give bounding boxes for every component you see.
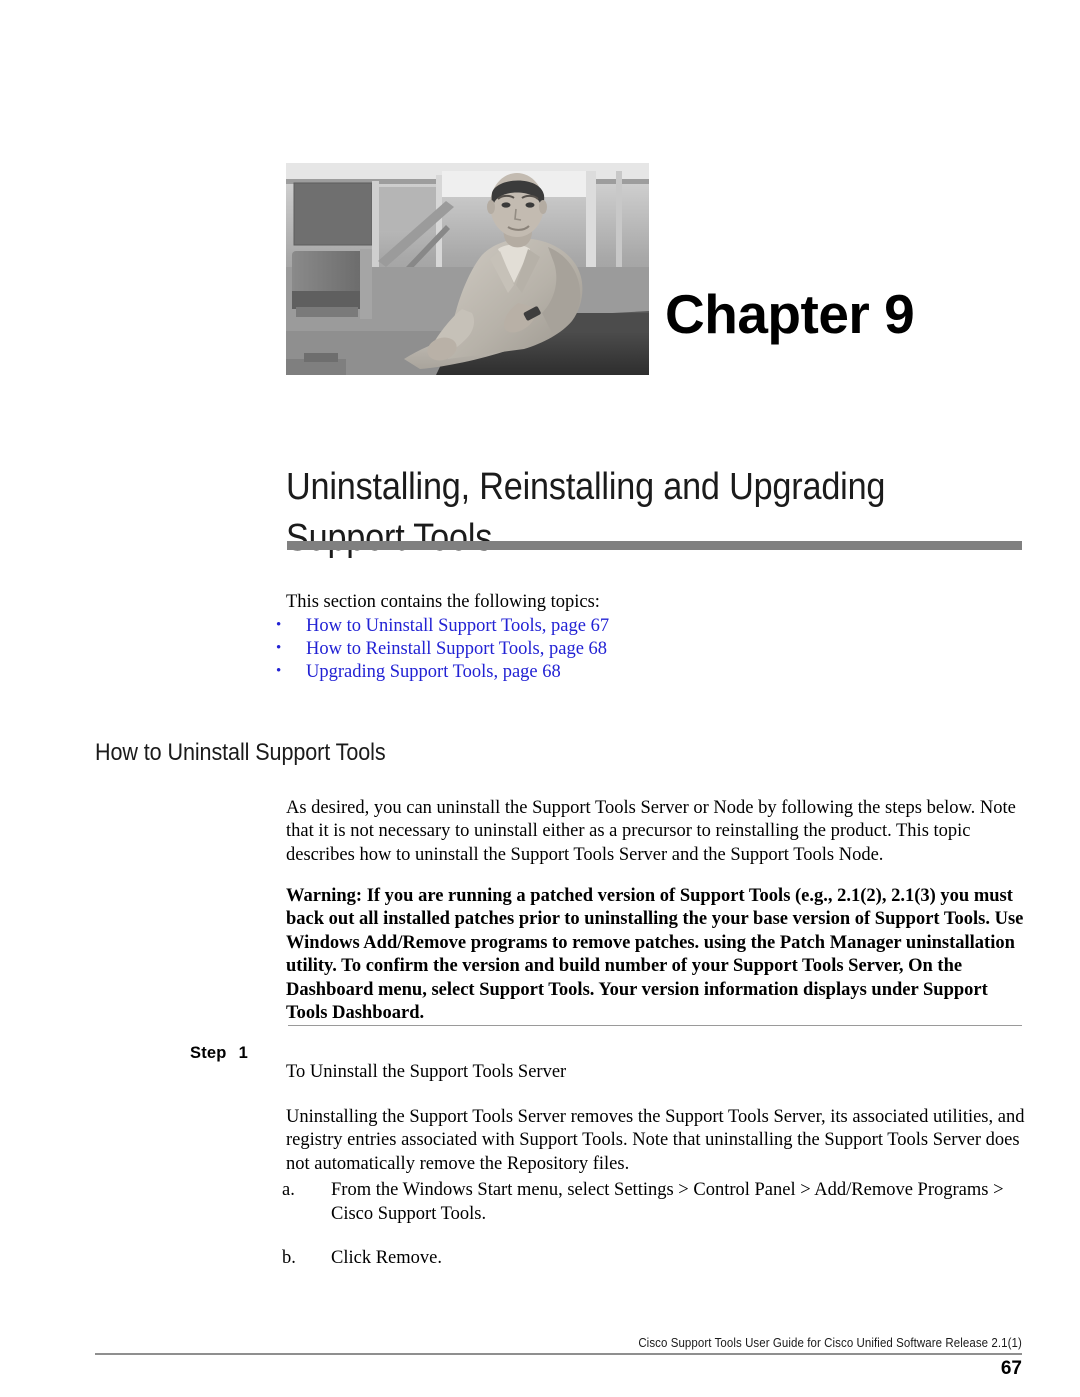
section-paragraph: As desired, you can uninstall the Suppor… bbox=[286, 797, 1016, 865]
footer-divider bbox=[95, 1353, 1022, 1355]
topic-link-label[interactable]: How to Uninstall Support Tools, page 67 bbox=[306, 616, 609, 636]
substep-text: From the Windows Start menu, select Sett… bbox=[331, 1180, 1004, 1224]
chapter-header: Chapter 9 bbox=[286, 163, 1022, 378]
title-divider bbox=[287, 541, 1022, 550]
list-item: a. From the Windows Start menu, select S… bbox=[280, 1179, 1028, 1226]
chapter-photo bbox=[286, 163, 649, 375]
substep-text: Click Remove. bbox=[331, 1248, 442, 1268]
list-item[interactable]: Upgrading Support Tools, page 68 bbox=[276, 660, 1021, 684]
substep-marker: b. bbox=[282, 1248, 296, 1268]
step-label-word: Step bbox=[190, 1044, 227, 1062]
intro-text: This section contains the following topi… bbox=[286, 591, 600, 612]
footer-guide-title: Cisco Support Tools User Guide for Cisco… bbox=[638, 1335, 1022, 1350]
step-label: Step 1 bbox=[190, 1043, 248, 1063]
substep-marker: a. bbox=[282, 1180, 295, 1200]
topic-link-list: How to Uninstall Support Tools, page 67 … bbox=[276, 614, 1021, 685]
step-label-number: 1 bbox=[238, 1044, 248, 1062]
step-title: To Uninstall the Support Tools Server bbox=[286, 1061, 567, 1082]
warning-paragraph: Warning: If you are running a patched ve… bbox=[286, 885, 1024, 1024]
topic-link-label[interactable]: Upgrading Support Tools, page 68 bbox=[306, 662, 561, 682]
section-heading: How to Uninstall Support Tools bbox=[95, 739, 386, 767]
substep-list: a. From the Windows Start menu, select S… bbox=[280, 1179, 1028, 1292]
step-body: Uninstalling the Support Tools Server re… bbox=[286, 1106, 1025, 1174]
list-item: b. Click Remove. bbox=[280, 1247, 1028, 1271]
list-item[interactable]: How to Uninstall Support Tools, page 67 bbox=[276, 614, 1021, 638]
list-item[interactable]: How to Reinstall Support Tools, page 68 bbox=[276, 637, 1021, 661]
chapter-label: Chapter 9 bbox=[665, 283, 915, 345]
page-number: 67 bbox=[1000, 1358, 1022, 1379]
step-divider bbox=[288, 1025, 1022, 1026]
topic-link-label[interactable]: How to Reinstall Support Tools, page 68 bbox=[306, 639, 607, 659]
document-page: Chapter 9 Uninstalling, Reinstalling and… bbox=[0, 0, 1080, 1397]
